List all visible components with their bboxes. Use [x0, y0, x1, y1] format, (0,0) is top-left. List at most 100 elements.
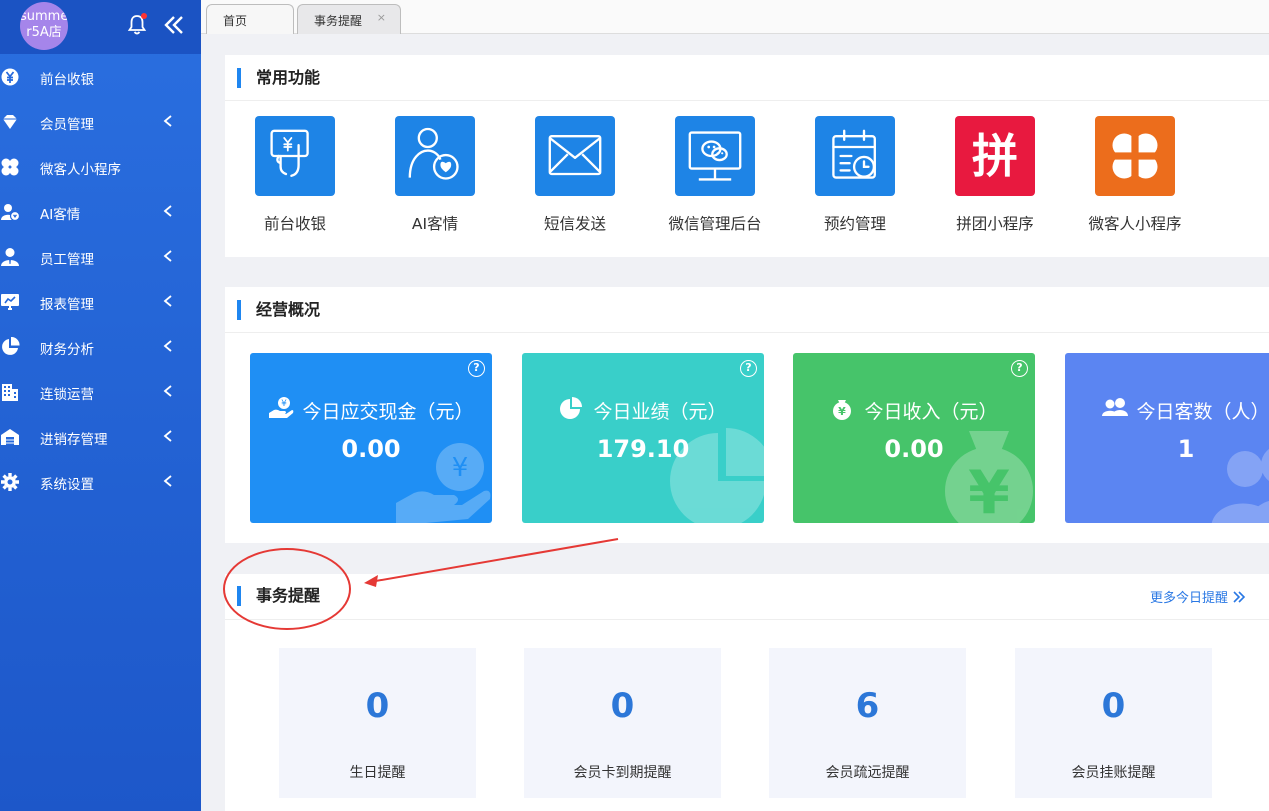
- overview-title: 经营概况: [237, 300, 320, 320]
- stat-value: 0.00: [884, 435, 944, 463]
- function-shortcut[interactable]: AI客情: [365, 116, 505, 234]
- users-icon: [1102, 398, 1129, 416]
- reminder-tile[interactable]: 0 会员挂账提醒: [1015, 648, 1212, 798]
- function-label: 拼团小程序: [956, 215, 1034, 233]
- function-shortcut[interactable]: 微信管理后台: [645, 116, 785, 234]
- function-icon-tile: [1095, 116, 1175, 196]
- user-heart-icon: [1, 204, 20, 222]
- sidebar-item[interactable]: 系统设置: [0, 459, 201, 504]
- sidebar-item[interactable]: 员工管理: [0, 234, 201, 279]
- diamond-icon: [3, 115, 17, 129]
- sidebar-header: summe r5A店: [0, 0, 201, 54]
- reminder-label: 会员挂账提醒: [1071, 765, 1156, 781]
- stat-label-row: 今日业绩（元）: [522, 396, 764, 424]
- svg-text:¥: ¥: [282, 399, 288, 409]
- reminder-tile[interactable]: 6 会员疏远提醒: [769, 648, 966, 798]
- sidebar-item-label: 微客人小程序: [40, 162, 121, 178]
- tab-home[interactable]: 首页: [206, 4, 294, 34]
- notification-dot: [141, 13, 147, 19]
- reminder-label: 会员疏远提醒: [825, 765, 910, 781]
- envelope-icon: [548, 135, 602, 176]
- warehouse-icon: [1, 429, 19, 445]
- function-shortcut[interactable]: 短信发送: [505, 116, 645, 234]
- chevron-left-icon: [163, 115, 172, 127]
- sidebar-item-label: 进销存管理: [40, 432, 108, 448]
- sidebar-item-label: 连锁运营: [40, 387, 94, 403]
- tab-home-label: 首页: [223, 14, 248, 28]
- pie-chart-icon: [2, 337, 20, 355]
- collapse-sidebar-icon[interactable]: [163, 13, 185, 37]
- stat-label: 今日应交现金（元）: [302, 401, 474, 423]
- sidebar-item-label: 财务分析: [40, 342, 94, 358]
- sidebar-item-label: AI客情: [40, 207, 81, 223]
- function-icon-tile: [815, 116, 895, 196]
- divider: [225, 619, 1269, 620]
- sidebar-item[interactable]: AI客情: [0, 189, 201, 234]
- stat-label-row: ¥ 今日收入（元）: [793, 396, 1035, 424]
- svg-text:¥: ¥: [968, 458, 1010, 523]
- pie-chart-icon: [560, 397, 583, 419]
- reminder-count: 0: [365, 686, 390, 726]
- stat-label: 今日业绩（元）: [593, 401, 727, 423]
- tab-bar: 首页 事务提醒 ×: [201, 0, 1269, 34]
- sidebar-item[interactable]: 财务分析: [0, 324, 201, 369]
- help-icon[interactable]: ?: [468, 360, 485, 377]
- double-chevron-right-icon: [1233, 591, 1246, 603]
- money-bag-icon: ¥: [833, 400, 852, 420]
- stat-value: 179.10: [596, 435, 690, 463]
- sidebar-item-label: 系统设置: [40, 477, 94, 493]
- reminder-count: 6: [855, 686, 880, 726]
- function-icon-tile: [535, 116, 615, 196]
- function-label: 微客人小程序: [1088, 215, 1182, 233]
- chevron-left-icon: [163, 295, 172, 307]
- clover-icon: [1111, 132, 1159, 180]
- sidebar-item[interactable]: 进销存管理: [0, 414, 201, 459]
- reminder-count: 0: [1101, 686, 1126, 726]
- cashier-hand-icon: [270, 129, 309, 177]
- store-name-line1: summe: [20, 9, 68, 24]
- tab-reminders-label: 事务提醒: [314, 14, 363, 28]
- sidebar-item[interactable]: 前台收银: [0, 54, 201, 99]
- clover-icon: [1, 158, 19, 176]
- stat-tile: ? 今日业绩（元） 179.10: [522, 353, 764, 523]
- sidebar-item[interactable]: 微客人小程序: [0, 144, 201, 189]
- store-avatar[interactable]: summe r5A店: [20, 2, 68, 50]
- function-icon-tile: 拼: [955, 116, 1035, 196]
- chevron-left-icon: [163, 430, 172, 442]
- function-icon-tile: [675, 116, 755, 196]
- sidebar-item[interactable]: 报表管理: [0, 279, 201, 324]
- common-functions-title: 常用功能: [237, 68, 320, 88]
- reminder-tile[interactable]: 0 生日提醒: [279, 648, 476, 798]
- sidebar: summe r5A店 前台收银 会员管理微客人小程序 AI客情员工管理 报表管理财务分…: [0, 0, 201, 811]
- help-icon[interactable]: ?: [740, 360, 757, 377]
- stat-tile: ¥? ¥ 今日收入（元） 0.00: [793, 353, 1035, 523]
- divider: [225, 332, 1269, 333]
- function-shortcut[interactable]: 预约管理: [785, 116, 925, 234]
- svg-text:¥: ¥: [839, 405, 847, 418]
- reminder-label: 会员卡到期提醒: [573, 765, 672, 781]
- stat-tile: ¥? ¥ 今日应交现金（元） 0.00: [250, 353, 492, 523]
- calendar-clock-icon: [832, 129, 876, 179]
- stat-value: 0.00: [341, 435, 401, 463]
- stat-label: 今日客数（人）: [1136, 401, 1269, 423]
- gear-icon: [1, 473, 19, 491]
- tab-close-icon[interactable]: ×: [377, 11, 386, 24]
- pin-text-icon: 拼: [972, 129, 1018, 183]
- sidebar-item[interactable]: 会员管理: [0, 99, 201, 144]
- divider: [225, 100, 1269, 101]
- function-shortcut[interactable]: 微客人小程序: [1065, 116, 1205, 234]
- function-label: 短信发送: [543, 215, 606, 233]
- tab-reminders[interactable]: 事务提醒 ×: [297, 4, 401, 34]
- function-shortcut[interactable]: 拼拼团小程序: [925, 116, 1065, 234]
- building-icon: [2, 384, 18, 401]
- function-icon-tile: [395, 116, 475, 196]
- function-label: 微信管理后台: [668, 215, 762, 233]
- reminders-title: 事务提醒: [237, 586, 320, 606]
- chevron-left-icon: [163, 340, 172, 352]
- sidebar-item[interactable]: 连锁运营: [0, 369, 201, 414]
- function-shortcut[interactable]: 前台收银: [225, 116, 365, 234]
- help-icon[interactable]: ?: [1011, 360, 1028, 377]
- more-reminders-link[interactable]: 更多今日提醒: [1150, 587, 1246, 606]
- reminder-tile[interactable]: 0 会员卡到期提醒: [524, 648, 721, 798]
- reminder-count: 0: [610, 686, 635, 726]
